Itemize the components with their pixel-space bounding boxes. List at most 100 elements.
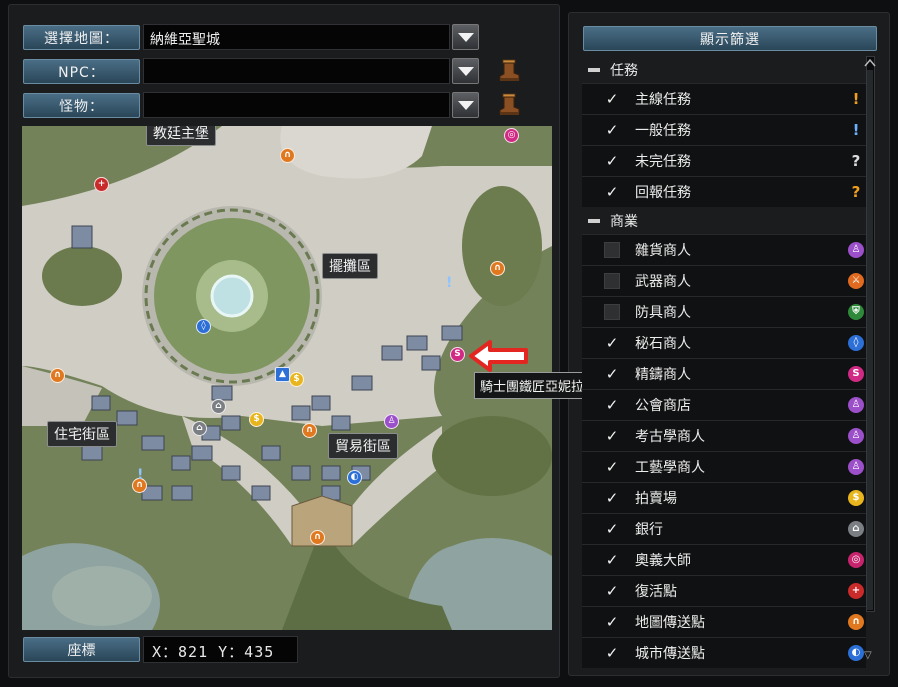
filter-item-label: 銀行 <box>635 522 663 538</box>
checkbox[interactable]: ✓ <box>604 458 620 476</box>
bank-icon: ⌂ <box>848 521 864 537</box>
filter-item-main-quest[interactable]: ✓ 主線任務 ! <box>582 83 866 114</box>
map-teleport-icon[interactable]: ∩ <box>310 530 325 545</box>
monster-select-input[interactable] <box>143 92 450 118</box>
checkbox[interactable]: ✓ <box>604 582 620 600</box>
collapse-icon[interactable] <box>588 218 600 223</box>
filter-item-auction[interactable]: ✓ 拍賣場 $ <box>582 482 866 513</box>
city-teleport-icon: ◐ <box>848 645 864 661</box>
filter-item-archaeology-shop[interactable]: ✓ 考古學商人 ♙ <box>582 420 866 451</box>
scroll-up-icon[interactable] <box>864 58 876 68</box>
filter-item-map-teleport[interactable]: ✓ 地圖傳送點 ∩ <box>582 606 866 637</box>
quest-exclamation-icon[interactable]: ! <box>446 275 452 291</box>
filter-item-label: 雜貨商人 <box>635 243 691 259</box>
map-dropdown-button[interactable] <box>452 24 479 50</box>
checkbox[interactable]: ✓ <box>604 644 620 662</box>
quest-exclamation-icon[interactable]: ! <box>137 467 143 483</box>
filter-item-label: 精鑄商人 <box>635 367 691 383</box>
filter-item-label: 武器商人 <box>635 274 691 290</box>
section-label: 商業 <box>610 213 638 230</box>
filter-item-armor-shop[interactable]: 防具商人 ⛨ <box>582 296 866 327</box>
map-label-trade: 貿易街區 <box>328 433 398 459</box>
forge-shop-icon: S <box>848 366 864 382</box>
filter-item-label: 未完任務 <box>635 154 691 170</box>
checkbox[interactable]: ✓ <box>604 551 620 569</box>
npc-dropdown-button[interactable] <box>452 58 479 84</box>
npc-select-label: NPC： <box>23 59 140 84</box>
filter-item-stone-shop[interactable]: ✓ 秘石商人 ◊ <box>582 327 866 358</box>
stone-shop-icon[interactable]: ◊ <box>196 319 211 334</box>
checkbox[interactable]: ✓ <box>604 90 620 108</box>
world-map[interactable]: 教廷主堡 擺攤區 住宅街區 貿易街區 + ◊ ∩ ∩ ∩ ∩ ∩ ∩ ⌂ ⌂ $… <box>22 126 552 630</box>
filter-item-revive-point[interactable]: ✓ 復活點 + <box>582 575 866 606</box>
checkbox[interactable] <box>604 273 620 289</box>
map-teleport-icon[interactable]: ∩ <box>302 423 317 438</box>
guild-shop-icon: ♙ <box>848 397 864 413</box>
player-marker-icon: ▲ <box>275 367 290 382</box>
filter-item-guild-shop[interactable]: ✓ 公會商店 ♙ <box>582 389 866 420</box>
collapse-icon[interactable] <box>588 67 600 72</box>
map-teleport-icon[interactable]: ∩ <box>490 261 505 276</box>
filter-item-label: 拍賣場 <box>635 491 677 507</box>
checkbox[interactable]: ✓ <box>604 365 620 383</box>
guild-shop-icon[interactable]: ♙ <box>384 414 399 429</box>
filter-item-report-quest[interactable]: ✓ 回報任務 ? <box>582 176 866 207</box>
monster-select-label: 怪物： <box>23 93 140 118</box>
checkbox[interactable]: ✓ <box>604 183 620 201</box>
general-store-icon: ♙ <box>848 242 864 258</box>
map-label-church: 教廷主堡 <box>146 126 216 146</box>
scroll-down-icon[interactable]: ▽ <box>864 650 872 661</box>
filter-item-label: 奧義大師 <box>635 553 691 569</box>
filter-item-skill-master[interactable]: ✓ 奧義大師 ◎ <box>582 544 866 575</box>
filter-item-incomplete-quest[interactable]: ✓ 未完任務 ? <box>582 145 866 176</box>
skill-master-icon[interactable]: ◎ <box>504 128 519 143</box>
chevron-down-icon <box>457 66 474 76</box>
section-commerce[interactable]: 商業 <box>582 207 866 234</box>
checkbox[interactable]: ✓ <box>604 396 620 414</box>
auction-icon[interactable]: $ <box>289 372 304 387</box>
map-teleport-icon[interactable]: ∩ <box>280 148 295 163</box>
npc-select-input[interactable] <box>143 58 450 84</box>
filter-item-label: 復活點 <box>635 584 677 600</box>
bank-icon[interactable]: ⌂ <box>211 399 226 414</box>
checkbox[interactable]: ✓ <box>604 520 620 538</box>
filter-item-craft-shop[interactable]: ✓ 工藝學商人 ♙ <box>582 451 866 482</box>
checkbox[interactable]: ✓ <box>604 334 620 352</box>
checkbox[interactable]: ✓ <box>604 489 620 507</box>
npc-auto-move-boot-icon[interactable] <box>494 58 522 84</box>
stone-shop-icon: ◊ <box>848 335 864 351</box>
checkbox[interactable]: ✓ <box>604 613 620 631</box>
filter-item-label: 工藝學商人 <box>635 460 705 476</box>
map-teleport-icon: ∩ <box>848 614 864 630</box>
map-select-input[interactable]: 納維亞聖城 <box>143 24 450 50</box>
section-quests[interactable]: 任務 <box>582 56 866 83</box>
checkbox[interactable]: ✓ <box>604 121 620 139</box>
coordinates-label: 座標 <box>23 637 140 662</box>
auction-icon: $ <box>848 490 864 506</box>
checkbox[interactable]: ✓ <box>604 427 620 445</box>
filter-item-bank[interactable]: ✓ 銀行 ⌂ <box>582 513 866 544</box>
filter-item-label: 考古學商人 <box>635 429 705 445</box>
city-teleport-icon[interactable]: ◐ <box>347 470 362 485</box>
bank-icon[interactable]: ⌂ <box>192 421 207 436</box>
scroll-thumb[interactable] <box>867 70 873 610</box>
forge-shop-icon[interactable]: S <box>450 347 465 362</box>
filter-item-weapon-shop[interactable]: 武器商人 ⚔ <box>582 265 866 296</box>
map-teleport-icon[interactable]: ∩ <box>50 368 65 383</box>
filter-title: 顯示篩選 <box>583 26 877 51</box>
checkbox[interactable] <box>604 304 620 320</box>
monster-dropdown-button[interactable] <box>452 92 479 118</box>
monster-auto-move-boot-icon[interactable] <box>494 92 522 118</box>
auction-icon[interactable]: $ <box>249 412 264 427</box>
filter-item-general-quest[interactable]: ✓ 一般任務 ! <box>582 114 866 145</box>
filter-item-general-store[interactable]: 雜貨商人 ♙ <box>582 234 866 265</box>
exclamation-blue-icon: ! <box>852 121 860 139</box>
filter-item-forge-shop[interactable]: ✓ 精鑄商人 S <box>582 358 866 389</box>
checkbox[interactable] <box>604 242 620 258</box>
map-label-stalls: 擺攤區 <box>322 253 378 279</box>
filter-item-label: 防具商人 <box>635 305 691 321</box>
chevron-down-icon <box>457 32 474 42</box>
revive-point-icon[interactable]: + <box>94 177 109 192</box>
checkbox[interactable]: ✓ <box>604 152 620 170</box>
filter-item-city-teleport[interactable]: ✓ 城市傳送點 ◐ <box>582 637 866 668</box>
